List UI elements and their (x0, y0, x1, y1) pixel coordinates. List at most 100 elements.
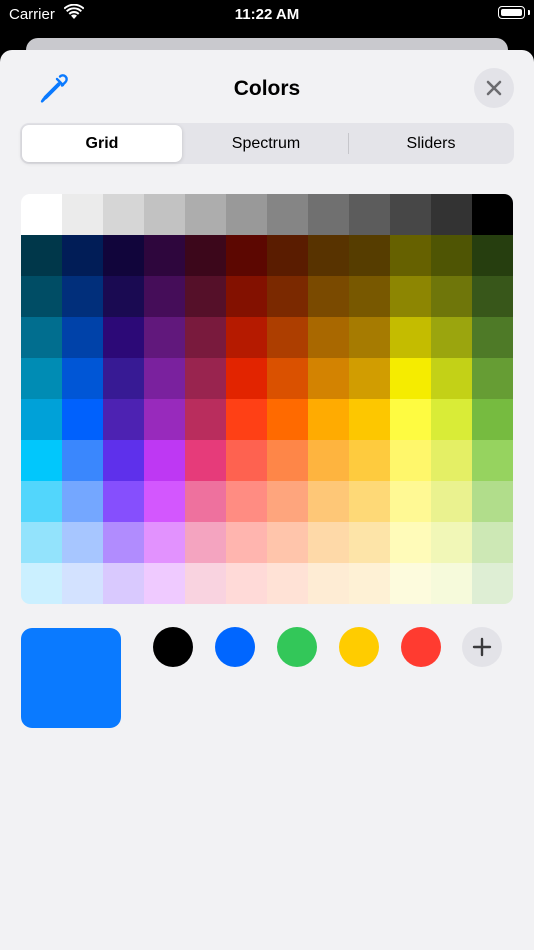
color-cell[interactable] (390, 440, 431, 481)
color-cell[interactable] (431, 276, 472, 317)
color-cell[interactable] (267, 358, 308, 399)
color-cell[interactable] (144, 358, 185, 399)
color-cell[interactable] (62, 399, 103, 440)
color-cell[interactable] (21, 522, 62, 563)
color-cell[interactable] (21, 194, 62, 235)
color-cell[interactable] (185, 358, 226, 399)
color-cell[interactable] (185, 399, 226, 440)
color-cell[interactable] (390, 522, 431, 563)
color-cell[interactable] (144, 194, 185, 235)
color-cell[interactable] (21, 276, 62, 317)
color-cell[interactable] (144, 235, 185, 276)
color-cell[interactable] (349, 317, 390, 358)
color-cell[interactable] (21, 440, 62, 481)
color-cell[interactable] (349, 358, 390, 399)
color-cell[interactable] (472, 481, 513, 522)
color-cell[interactable] (103, 235, 144, 276)
color-cell[interactable] (267, 235, 308, 276)
color-cell[interactable] (349, 522, 390, 563)
recent-color-yellow[interactable] (339, 627, 379, 667)
color-cell[interactable] (472, 358, 513, 399)
color-cell[interactable] (267, 194, 308, 235)
close-button[interactable] (474, 68, 514, 108)
color-cell[interactable] (472, 399, 513, 440)
color-cell[interactable] (226, 317, 267, 358)
color-cell[interactable] (349, 194, 390, 235)
color-cell[interactable] (185, 317, 226, 358)
color-cell[interactable] (308, 317, 349, 358)
color-cell[interactable] (472, 563, 513, 604)
color-cell[interactable] (226, 563, 267, 604)
color-cell[interactable] (308, 194, 349, 235)
color-cell[interactable] (62, 276, 103, 317)
color-cell[interactable] (349, 399, 390, 440)
color-cell[interactable] (431, 440, 472, 481)
color-cell[interactable] (308, 235, 349, 276)
color-cell[interactable] (103, 399, 144, 440)
recent-color-red[interactable] (401, 627, 441, 667)
color-cell[interactable] (21, 235, 62, 276)
color-cell[interactable] (308, 440, 349, 481)
color-cell[interactable] (103, 317, 144, 358)
color-cell[interactable] (226, 276, 267, 317)
color-cell[interactable] (267, 399, 308, 440)
color-cell[interactable] (390, 399, 431, 440)
recent-color-black[interactable] (153, 627, 193, 667)
color-cell[interactable] (144, 399, 185, 440)
color-cell[interactable] (390, 194, 431, 235)
color-cell[interactable] (349, 563, 390, 604)
color-cell[interactable] (21, 563, 62, 604)
color-cell[interactable] (62, 440, 103, 481)
color-cell[interactable] (267, 563, 308, 604)
color-cell[interactable] (308, 399, 349, 440)
color-cell[interactable] (62, 235, 103, 276)
color-cell[interactable] (144, 276, 185, 317)
color-cell[interactable] (226, 358, 267, 399)
color-cell[interactable] (185, 194, 226, 235)
color-cell[interactable] (103, 440, 144, 481)
color-cell[interactable] (226, 481, 267, 522)
color-cell[interactable] (62, 522, 103, 563)
color-cell[interactable] (431, 194, 472, 235)
color-cell[interactable] (226, 522, 267, 563)
color-cell[interactable] (431, 399, 472, 440)
color-cell[interactable] (308, 276, 349, 317)
color-cell[interactable] (472, 194, 513, 235)
color-cell[interactable] (390, 317, 431, 358)
color-cell[interactable] (103, 481, 144, 522)
color-cell[interactable] (390, 276, 431, 317)
color-cell[interactable] (349, 481, 390, 522)
color-cell[interactable] (308, 358, 349, 399)
color-cell[interactable] (144, 317, 185, 358)
color-cell[interactable] (185, 235, 226, 276)
color-cell[interactable] (21, 399, 62, 440)
color-cell[interactable] (62, 563, 103, 604)
color-cell[interactable] (431, 317, 472, 358)
color-cell[interactable] (226, 399, 267, 440)
color-cell[interactable] (144, 481, 185, 522)
color-cell[interactable] (349, 440, 390, 481)
add-color-button[interactable] (462, 627, 502, 667)
color-cell[interactable] (308, 522, 349, 563)
color-cell[interactable] (472, 235, 513, 276)
color-cell[interactable] (267, 276, 308, 317)
color-cell[interactable] (103, 563, 144, 604)
tab-sliders[interactable]: Sliders (350, 125, 512, 162)
color-cell[interactable] (267, 317, 308, 358)
color-cell[interactable] (431, 235, 472, 276)
color-cell[interactable] (472, 522, 513, 563)
recent-color-green[interactable] (277, 627, 317, 667)
color-cell[interactable] (308, 481, 349, 522)
color-cell[interactable] (21, 358, 62, 399)
color-cell[interactable] (103, 522, 144, 563)
color-cell[interactable] (185, 276, 226, 317)
color-cell[interactable] (185, 563, 226, 604)
color-cell[interactable] (144, 522, 185, 563)
color-cell[interactable] (103, 358, 144, 399)
color-cell[interactable] (267, 522, 308, 563)
color-cell[interactable] (144, 440, 185, 481)
tab-grid[interactable]: Grid (22, 125, 182, 162)
color-cell[interactable] (349, 276, 390, 317)
color-cell[interactable] (226, 440, 267, 481)
color-cell[interactable] (267, 440, 308, 481)
